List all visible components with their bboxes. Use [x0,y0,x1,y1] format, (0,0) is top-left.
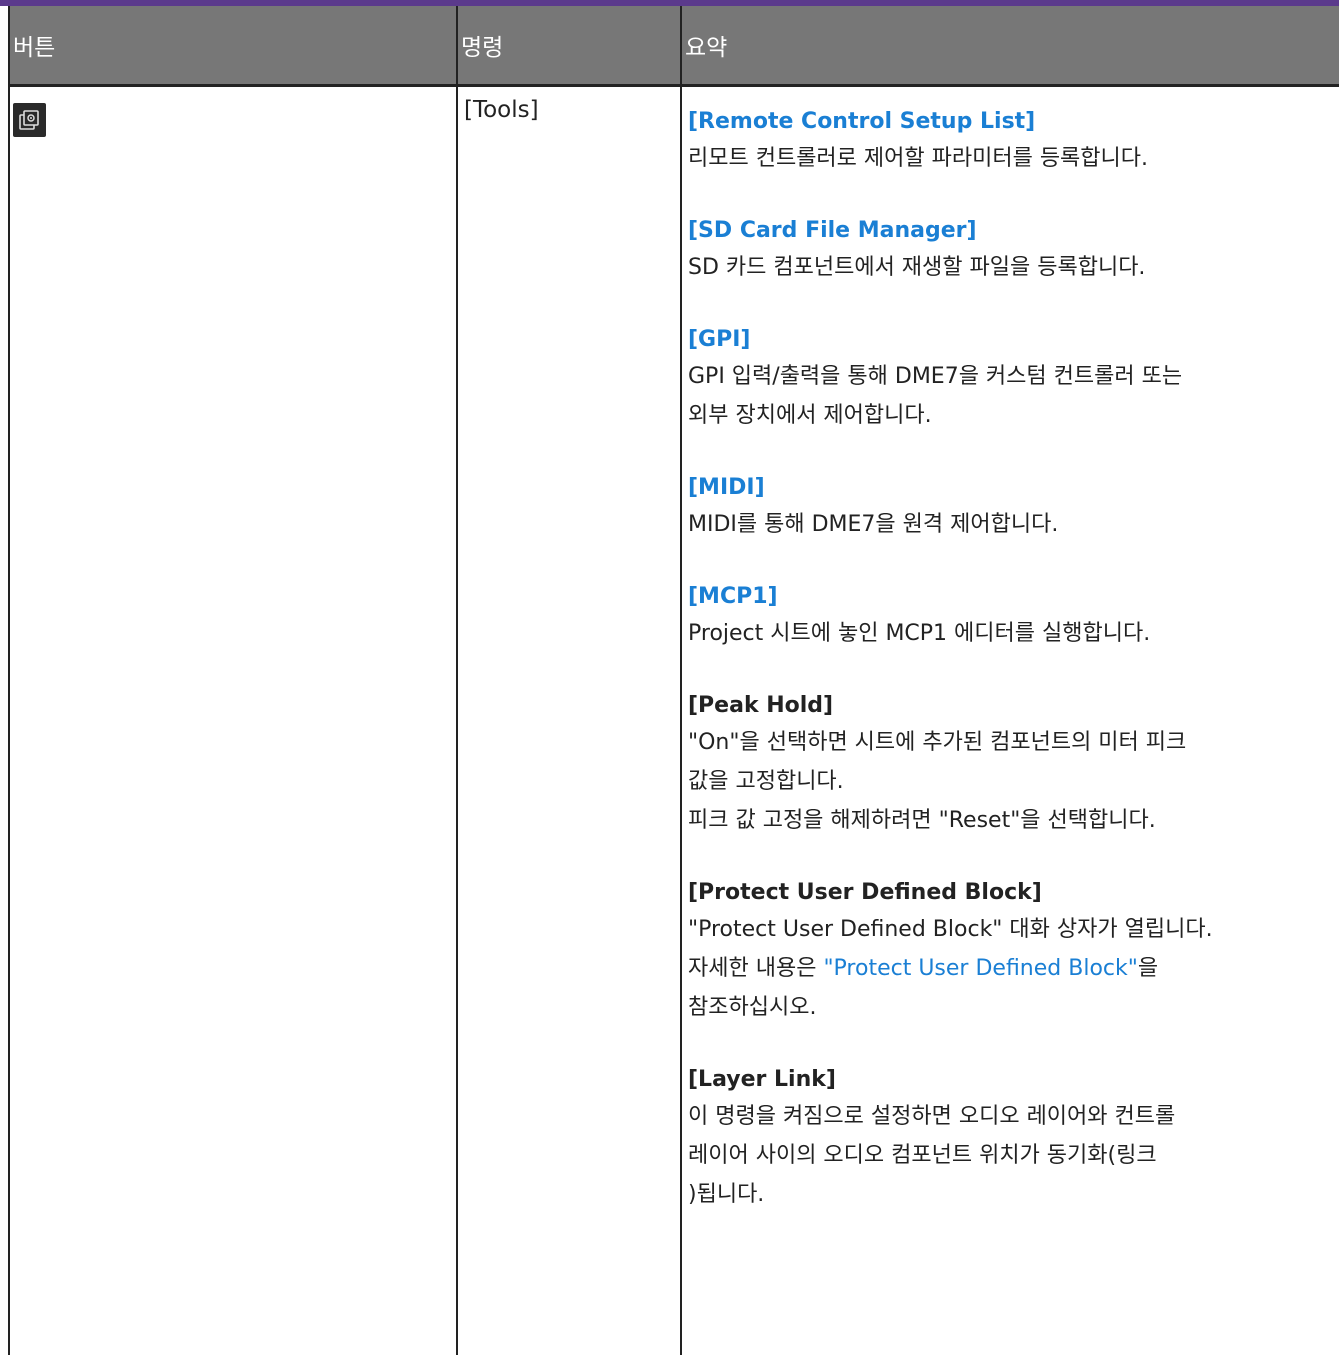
header-button: 버튼 [9,6,457,86]
entry-text: 리모트 컨트롤러로 제어할 파라미터를 등록합니다. [688,139,1339,178]
list-item: [MCP1]Project 시트에 놓인 MCP1 에디터를 실행합니다. [688,580,1339,653]
entry-reference: 자세한 내용은 "Protect User Defined Block"을 [688,949,1339,988]
entry-text: SD 카드 컴포넌트에서 재생할 파일을 등록합니다. [688,248,1339,287]
entry-text: "Protect User Defined Block" 대화 상자가 열립니다… [688,910,1339,949]
entry-text: 외부 장치에서 제어합니다. [688,396,1339,435]
entry-title: [Peak Hold] [688,689,1339,723]
entry-text: 이 명령을 켜짐으로 설정하면 오디오 레이어와 컨트롤 [688,1097,1339,1136]
list-item: [MIDI]MIDI를 통해 DME7을 원격 제어합니다. [688,471,1339,544]
summary-cell: [Remote Control Setup List]리모트 컨트롤러로 제어할… [681,86,1339,1355]
entry-text: MIDI를 통해 DME7을 원격 제어합니다. [688,505,1339,544]
list-item: [Peak Hold]"On"을 선택하면 시트에 추가된 컴포넌트의 미터 피… [688,689,1339,840]
entry-text: )됩니다. [688,1175,1339,1214]
header-summary: 요약 [681,6,1339,86]
table-row: [Tools] [Remote Control Setup List]리모트 컨… [9,86,1339,1355]
entry-text: 피크 값 고정을 해제하려면 "Reset"을 선택합니다. [688,801,1339,840]
list-item: [Layer Link]이 명령을 켜짐으로 설정하면 오디오 레이어와 컨트롤… [688,1063,1339,1214]
entry-text: Project 시트에 놓인 MCP1 에디터를 실행합니다. [688,614,1339,653]
entry-title-link[interactable]: [GPI] [688,323,1339,357]
entry-title-link[interactable]: [MCP1] [688,580,1339,614]
command-table: 버튼 명령 요약 [Tools] [Remote Control Setup L… [8,6,1339,1355]
list-item: [Protect User Defined Block]"Protect Use… [688,876,1339,1027]
button-cell [9,86,457,1355]
entry-text: "On"을 선택하면 시트에 추가된 컴포넌트의 미터 피크 [688,723,1339,762]
entry-text: 레이어 사이의 오디오 컴포넌트 위치가 동기화(링크 [688,1136,1339,1175]
table-header-row: 버튼 명령 요약 [9,6,1339,86]
command-cell: [Tools] [457,86,681,1355]
entry-list: [Remote Control Setup List]리모트 컨트롤러로 제어할… [688,105,1339,1214]
entry-text: 참조하십시오. [688,988,1339,1027]
entry-title-link[interactable]: [MIDI] [688,471,1339,505]
reference-prefix: 자세한 내용은 [688,956,823,981]
entry-text: GPI 입력/출력을 통해 DME7을 커스텀 컨트롤러 또는 [688,357,1339,396]
tools-icon[interactable] [13,103,46,137]
entry-title-link[interactable]: [SD Card File Manager] [688,214,1339,248]
list-item: [GPI]GPI 입력/출력을 통해 DME7을 커스텀 컨트롤러 또는외부 장… [688,323,1339,435]
reference-suffix: 을 [1138,956,1158,981]
list-item: [SD Card File Manager]SD 카드 컴포넌트에서 재생할 파… [688,214,1339,287]
entry-title: [Layer Link] [688,1063,1339,1097]
reference-link[interactable]: "Protect User Defined Block" [823,956,1137,981]
header-command: 명령 [457,6,681,86]
entry-title-link[interactable]: [Remote Control Setup List] [688,105,1339,139]
list-item: [Remote Control Setup List]리모트 컨트롤러로 제어할… [688,105,1339,178]
entry-title: [Protect User Defined Block] [688,876,1339,910]
entry-text: 값을 고정합니다. [688,762,1339,801]
